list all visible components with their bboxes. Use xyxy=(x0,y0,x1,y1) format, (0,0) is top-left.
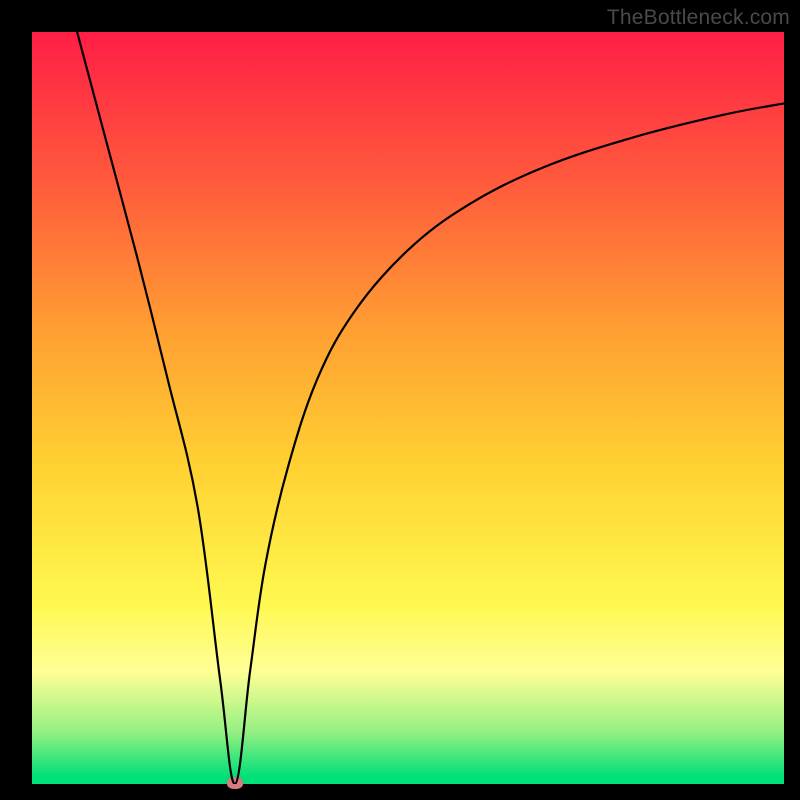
chart-frame xyxy=(32,32,784,784)
bottleneck-curve xyxy=(32,32,784,784)
watermark-label: TheBottleneck.com xyxy=(607,6,790,30)
